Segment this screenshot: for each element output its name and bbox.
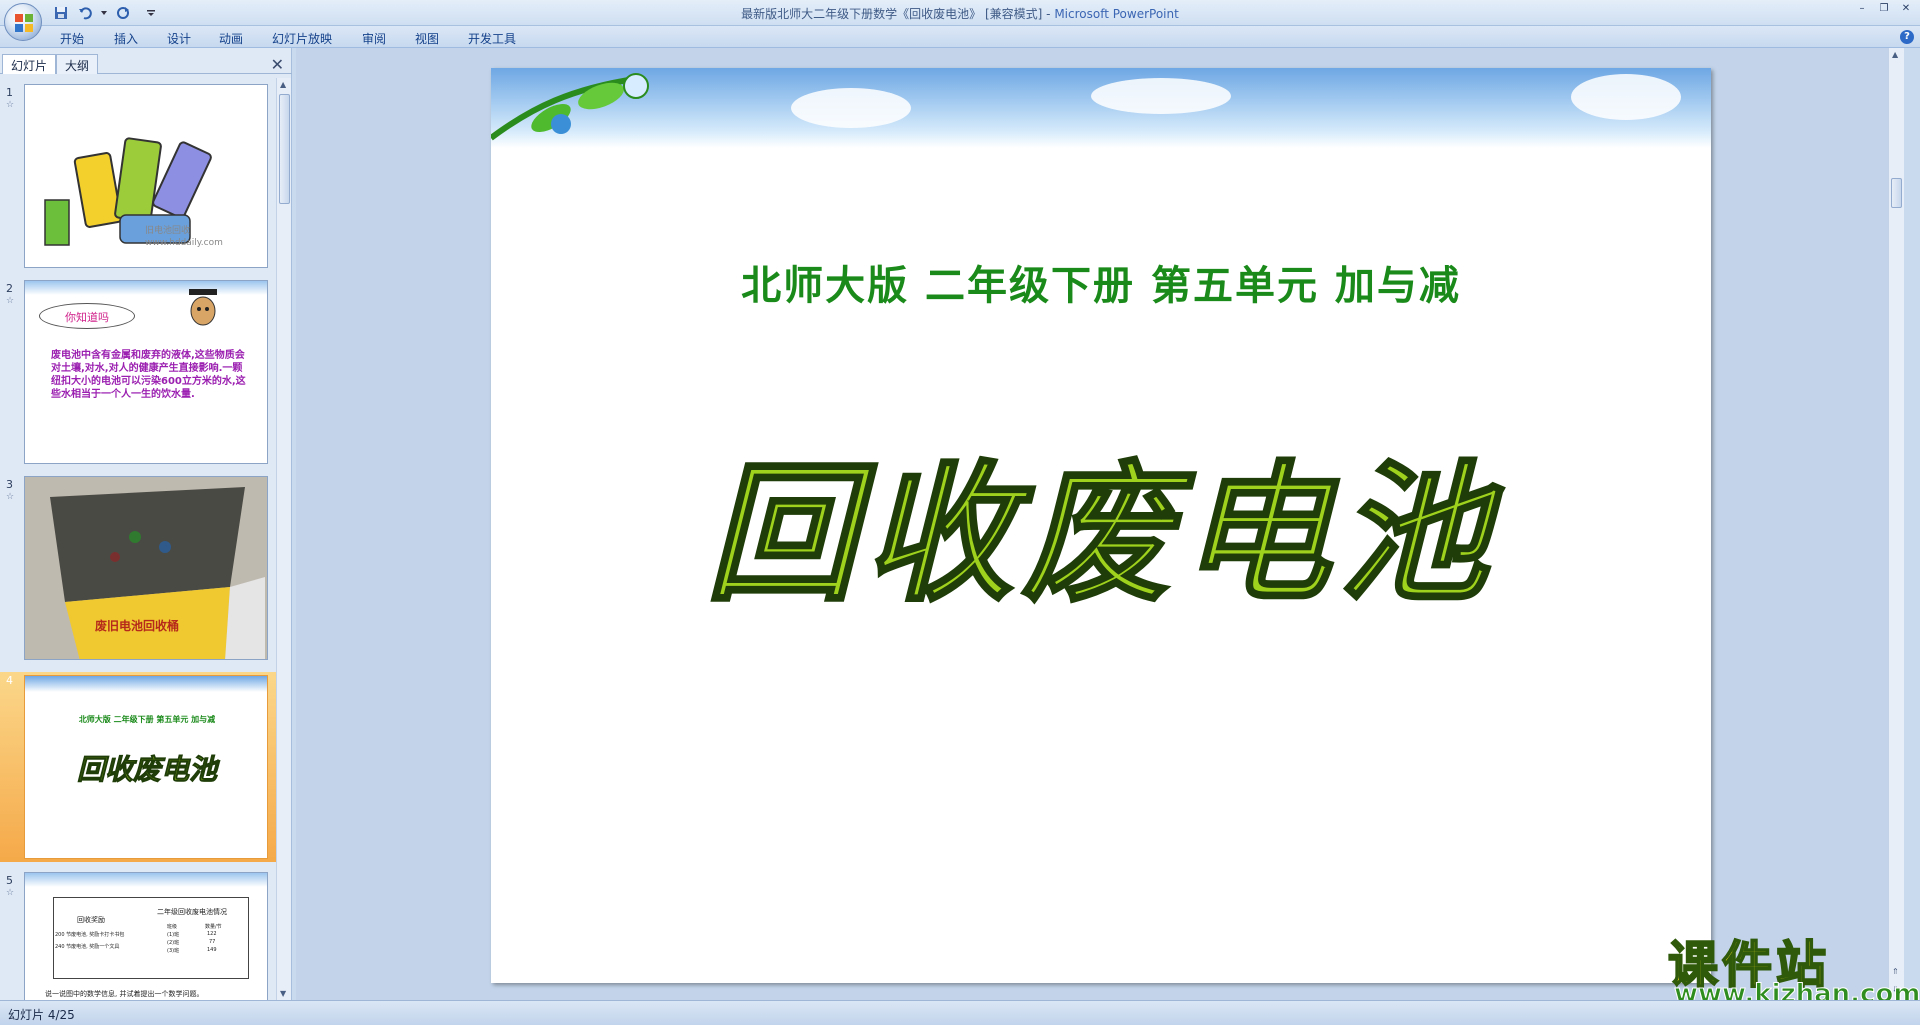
tab-insert[interactable]: 插入 xyxy=(114,30,138,47)
slide-thumb-1[interactable]: 1 ☆ 旧电池回收 www.hddaily.com xyxy=(0,84,276,270)
slide-thumb-3[interactable]: 3 ☆ 废旧电池回收桶 xyxy=(0,476,276,662)
thumb-5-c1: (1)班 xyxy=(167,932,180,938)
thumb-5-right-title: 二年级回收废电池情况 xyxy=(157,908,227,916)
slide-number: 3 xyxy=(6,478,13,491)
minimize-icon[interactable]: – xyxy=(1852,2,1872,16)
thumb-5-row1: 200 节废电池, 奖励卡打卡书包 xyxy=(55,932,125,938)
app-name: Microsoft PowerPoint xyxy=(1054,7,1179,21)
slide-thumbnails: 1 ☆ 旧电池回收 www.hddaily.com 2 ☆ 你知道吗 废电池中含… xyxy=(0,78,276,1000)
tab-outline[interactable]: 大纲 xyxy=(56,54,99,74)
scroll-thumb[interactable] xyxy=(1891,178,1902,208)
animation-star-icon: ☆ xyxy=(6,100,15,110)
thumbnails-scrollbar[interactable]: ▲ ▼ xyxy=(276,78,291,1000)
slide-number: 5 xyxy=(6,874,13,887)
thumb-4-subtitle: 北师大版 二年级下册 第五单元 加与减 xyxy=(78,715,216,724)
thumb-5-hdr1: 班级 xyxy=(167,924,178,930)
thumb-4-title: 回收废电池 xyxy=(76,753,217,787)
slide-thumb-5[interactable]: 5 ☆ 回收奖励 二年级回收废电池情况 200 节废电池, 奖励卡打卡书包 24… xyxy=(0,872,276,1000)
tab-slides[interactable]: 幻灯片 xyxy=(2,54,57,74)
tab-slideshow[interactable]: 幻灯片放映 xyxy=(272,30,332,47)
slide-subtitle[interactable]: 北师大版 二年级下册 第五单元 加与减 xyxy=(491,253,1711,311)
slide-thumbnail: 北师大版 二年级下册 第五单元 加与减 回收废电池 xyxy=(24,675,268,859)
slide-banner xyxy=(491,68,1711,148)
help-icon[interactable]: ? xyxy=(1900,30,1914,44)
tab-animation[interactable]: 动画 xyxy=(219,30,243,47)
scroll-up-icon[interactable]: ▲ xyxy=(1892,50,1898,59)
scroll-down-icon[interactable]: ▼ xyxy=(280,989,286,998)
thumb-5-c3: (3)班 xyxy=(167,948,180,954)
current-slide[interactable]: 北师大版 二年级下册 第五单元 加与减 回收废电池 xyxy=(491,68,1711,983)
title-bar: 最新版北师大二年级下册数学《回收废电池》 [兼容模式] - Microsoft … xyxy=(0,0,1920,41)
leaf-vine-icon xyxy=(491,73,649,141)
thumb-5-footer: 说一说图中的数学信息, 并试着提出一个数学问题。 xyxy=(45,990,204,998)
slide-thumbnail: 回收奖励 二年级回收废电池情况 200 节废电池, 奖励卡打卡书包 240 节废… xyxy=(24,872,268,1000)
thumb-2-text: 废电池中含有金属和废弃的液体,这些物质会对土壤,对水,对人的健康产生直接影响.一… xyxy=(51,350,246,400)
canvas-scrollbar[interactable]: ▲ ⇑ ⇓ xyxy=(1888,48,1904,1000)
animation-star-icon: ☆ xyxy=(6,492,15,502)
slide-thumbnail: 旧电池回收 www.hddaily.com xyxy=(24,84,268,268)
thumb-5-v1: 122 xyxy=(207,931,217,937)
animation-star-icon: ☆ xyxy=(6,296,15,306)
thumb-5-hdr2: 数量/节 xyxy=(205,924,222,930)
slides-pane: 幻灯片 大纲 ✕ 1 ☆ 旧电池回收 www.hddaily.com 2 ☆ 你… xyxy=(0,48,292,1000)
slide-thumbnail: 你知道吗 废电池中含有金属和废弃的液体,这些物质会对土壤,对水,对人的健康产生直… xyxy=(24,280,268,464)
thumb-2-bubble: 你知道吗 xyxy=(65,311,109,324)
thumb-5-v3: 149 xyxy=(207,947,217,953)
thumb-5-left-title: 回收奖励 xyxy=(77,916,105,924)
slide-thumbnail: 废旧电池回收桶 xyxy=(24,476,268,660)
tab-view[interactable]: 视图 xyxy=(415,30,439,47)
thumb-1-caption: 旧电池回收 www.hddaily.com xyxy=(145,226,223,248)
slide-number: 4 xyxy=(6,674,13,687)
scroll-up-icon[interactable]: ▲ xyxy=(280,80,286,89)
ribbon-tabs: 开始 插入 设计 动画 幻灯片放映 审阅 视图 开发工具 ? xyxy=(0,26,1920,48)
slide-thumb-4[interactable]: 4 北师大版 二年级下册 第五单元 加与减 回收废电池 xyxy=(0,672,276,862)
office-button[interactable] xyxy=(4,3,42,41)
document-title: 最新版北师大二年级下册数学《回收废电池》 [兼容模式] - xyxy=(741,7,1055,21)
slide-number: 1 xyxy=(6,86,13,99)
slide-canvas: 北师大版 二年级下册 第五单元 加与减 回收废电池 ▲ ⇑ ⇓ xyxy=(296,48,1904,1000)
tab-developer[interactable]: 开发工具 xyxy=(468,30,516,47)
animation-star-icon: ☆ xyxy=(6,888,15,898)
scroll-thumb[interactable] xyxy=(279,94,290,204)
slide-number: 2 xyxy=(6,282,13,295)
watermark-logo: 课件站 www.kjzhan.com xyxy=(1667,925,1920,1010)
tab-review[interactable]: 审阅 xyxy=(362,30,386,47)
tab-design[interactable]: 设计 xyxy=(167,30,191,47)
close-pane-icon[interactable]: ✕ xyxy=(271,55,284,74)
tab-home[interactable]: 开始 xyxy=(60,30,84,47)
window-title: 最新版北师大二年级下册数学《回收废电池》 [兼容模式] - Microsoft … xyxy=(0,5,1920,22)
office-logo-icon xyxy=(15,14,33,32)
thumb-5-v2: 77 xyxy=(209,939,216,945)
thumb-3-caption: 废旧电池回收桶 xyxy=(95,619,180,633)
status-bar: 幻灯片 4/25 xyxy=(0,1000,1920,1025)
slide-thumb-2[interactable]: 2 ☆ 你知道吗 废电池中含有金属和废弃的液体,这些物质会对土壤,对水,对人的健… xyxy=(0,280,276,466)
restore-icon[interactable]: ❐ xyxy=(1874,2,1894,16)
thumb-5-c2: (2)班 xyxy=(167,940,180,946)
thumb-5-row2: 240 节废电池, 奖励一个文具 xyxy=(55,944,120,950)
slide-counter: 幻灯片 4/25 xyxy=(8,1008,75,1022)
close-icon[interactable]: ✕ xyxy=(1896,2,1916,16)
professor-cartoon-icon xyxy=(189,289,217,326)
slide-title[interactable]: 回收废电池 xyxy=(491,413,1711,630)
